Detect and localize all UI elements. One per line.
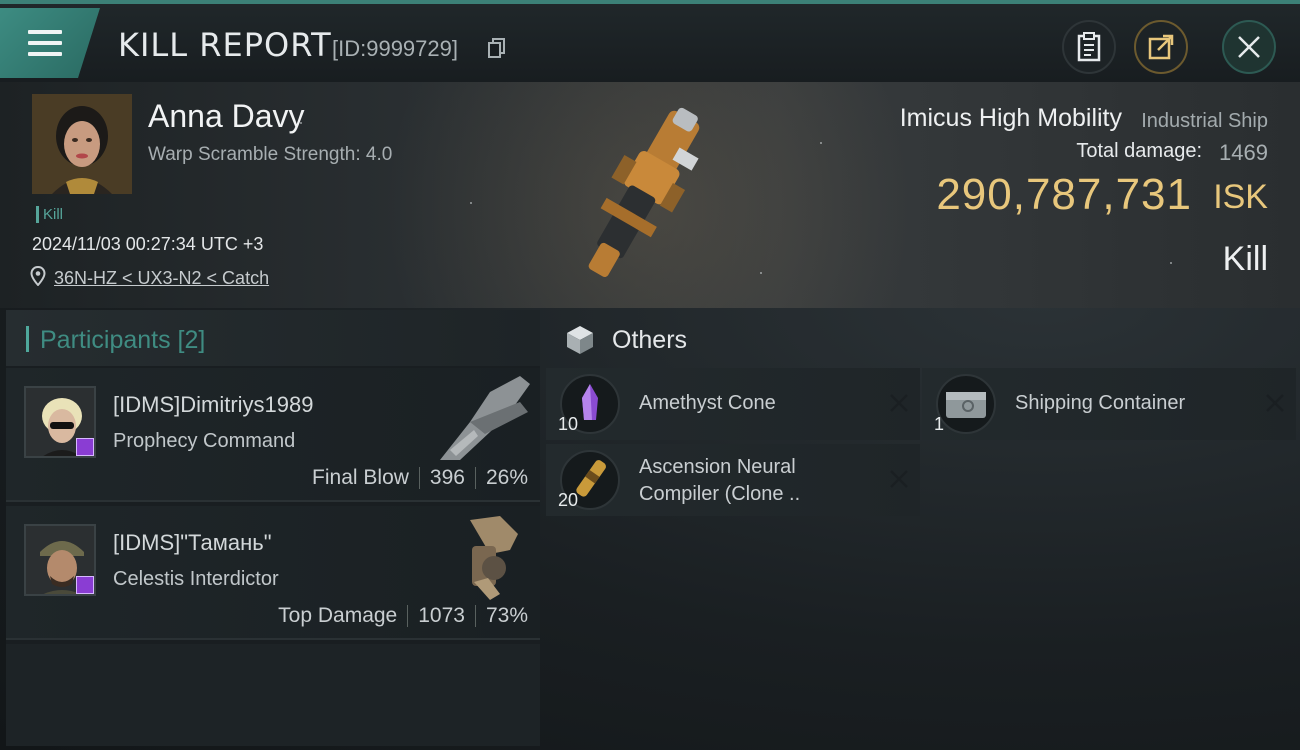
others-title: Others [612, 326, 688, 354]
total-damage-value: 1469 [1219, 140, 1268, 165]
kill-datetime: 2024/11/03 00:27:34 UTC +3 [32, 234, 264, 254]
participant-row[interactable]: [IDMS]"Тамань" Celestis Interdictor Top … [6, 506, 540, 640]
victim-portrait-image [32, 94, 132, 194]
participant-ship: Prophecy Command [113, 430, 296, 452]
warp-scramble-strength: Warp Scramble Strength: 4.0 [148, 144, 393, 165]
star [470, 202, 472, 204]
participants-panel: Participants [2] [IDMS]Dimitriys1989 Pro… [6, 310, 540, 746]
item-row[interactable]: 20 Ascension Neural Compiler (Clone .. [546, 444, 920, 516]
kill-tag: Kill [36, 206, 63, 223]
star [1170, 262, 1172, 264]
victim-name[interactable]: Anna Davy [148, 98, 305, 135]
top-bar: KILL REPORT [ID:9999729] [0, 0, 1300, 82]
share-button[interactable] [1134, 20, 1188, 74]
item-name-line2: Compiler (Clone .. [639, 483, 801, 505]
close-button[interactable] [1222, 20, 1276, 74]
header-accent-bar [26, 326, 29, 352]
close-icon[interactable] [886, 466, 912, 492]
participant-ship-image[interactable] [430, 510, 534, 602]
isk-value: 290,787,731 [936, 170, 1192, 219]
kill-result-label: Kill [1222, 240, 1268, 278]
kill-location-link[interactable]: 36N-HZ < UX3-N2 < Catch [54, 268, 269, 289]
item-row[interactable]: 1 Shipping Container [922, 368, 1296, 440]
menu-button[interactable] [0, 8, 100, 78]
participant-name[interactable]: [IDMS]Dimitriys1989 [113, 392, 313, 418]
copy-icon[interactable] [488, 38, 506, 58]
total-damage-label: Total damage: [1076, 140, 1202, 162]
divider [474, 467, 476, 489]
hamburger-icon-line [28, 41, 62, 45]
victim-avatar[interactable] [32, 94, 132, 194]
item-name: Shipping Container [1015, 392, 1186, 414]
item-icon [936, 374, 996, 434]
participant-ship: Celestis Interdictor [113, 568, 279, 590]
divider [407, 605, 409, 627]
participant-row[interactable]: [IDMS]Dimitriys1989 Prophecy Command Fin… [6, 368, 540, 502]
clipboard-icon [1077, 32, 1101, 62]
hamburger-icon-line [28, 52, 62, 56]
divider [418, 467, 420, 489]
item-name: Amethyst Cone [639, 392, 776, 414]
victim-ship-class: Industrial Ship [1141, 110, 1268, 132]
cube-icon [567, 326, 593, 354]
close-icon [1238, 36, 1260, 58]
isk-unit: ISK [1213, 178, 1268, 216]
participant-role: Top Damage [278, 604, 398, 627]
corp-badge-icon [76, 576, 94, 594]
participant-stats: Final Blow 396 26% [312, 466, 528, 490]
participants-empty-area [6, 644, 540, 746]
participant-avatar[interactable] [24, 524, 96, 596]
item-quantity: 1 [934, 414, 945, 434]
victim-summary: Anna Davy Warp Scramble Strength: 4.0 Ki… [0, 82, 1300, 308]
victim-ship-name[interactable]: Imicus High Mobility [900, 104, 1122, 133]
participant-percent: 26% [485, 466, 528, 489]
victim-ship-image[interactable] [555, 94, 725, 299]
item-quantity: 20 [558, 490, 579, 510]
corp-badge-icon [76, 438, 94, 456]
page-title: KILL REPORT [118, 26, 332, 64]
divider [474, 605, 476, 627]
item-name-line1: Ascension Neural [639, 456, 796, 478]
shipping-container-icon [946, 392, 986, 418]
close-icon[interactable] [1262, 390, 1288, 416]
participant-damage: 1073 [418, 604, 465, 627]
kill-id: [ID:9999729] [332, 36, 458, 61]
participants-title: Participants [2] [40, 326, 206, 354]
item-name: Ascension Neural Compiler (Clone .. [639, 454, 800, 508]
participant-percent: 73% [485, 604, 528, 627]
participant-name[interactable]: [IDMS]"Тамань" [113, 530, 272, 556]
participant-avatar[interactable] [24, 386, 96, 458]
star [760, 272, 762, 274]
share-icon [1148, 34, 1174, 60]
star [820, 142, 822, 144]
participant-role: Final Blow [312, 466, 409, 489]
item-row[interactable]: 10 Amethyst Cone [546, 368, 920, 440]
participant-stats: Top Damage 1073 73% [278, 604, 528, 628]
item-quantity: 10 [558, 414, 579, 434]
hamburger-icon-line [28, 30, 62, 34]
location-pin-icon [30, 266, 46, 286]
participant-ship-image[interactable] [430, 372, 534, 464]
participant-damage: 396 [429, 466, 465, 489]
clipboard-button[interactable] [1062, 20, 1116, 74]
others-panel: Others 10 Amethyst Cone 1 Shipping Conta… [546, 310, 1296, 746]
participants-header: Participants [2] [6, 310, 540, 366]
close-icon[interactable] [886, 390, 912, 416]
